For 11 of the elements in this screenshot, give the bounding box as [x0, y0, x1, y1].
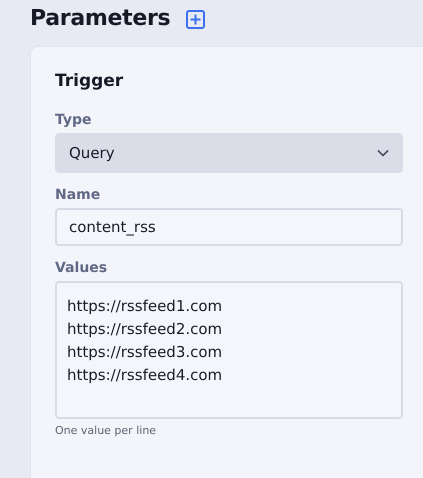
field-label: Name	[55, 186, 102, 204]
name-input[interactable]: content_rss	[55, 208, 403, 246]
card-title: Trigger	[55, 70, 124, 92]
chevron-down-icon	[377, 149, 389, 157]
type-select[interactable]: Query	[55, 133, 403, 173]
page-title: Parameters	[30, 5, 170, 33]
field-label: Type	[55, 111, 93, 129]
field-hint: One value per line	[55, 424, 156, 437]
values-textarea[interactable]: https://rssfeed1.com https://rssfeed2.com https://rssfeed3.com https://rssfeed4.com	[55, 281, 403, 419]
add-icon[interactable]	[186, 10, 206, 28]
field-label: Values	[55, 259, 108, 277]
